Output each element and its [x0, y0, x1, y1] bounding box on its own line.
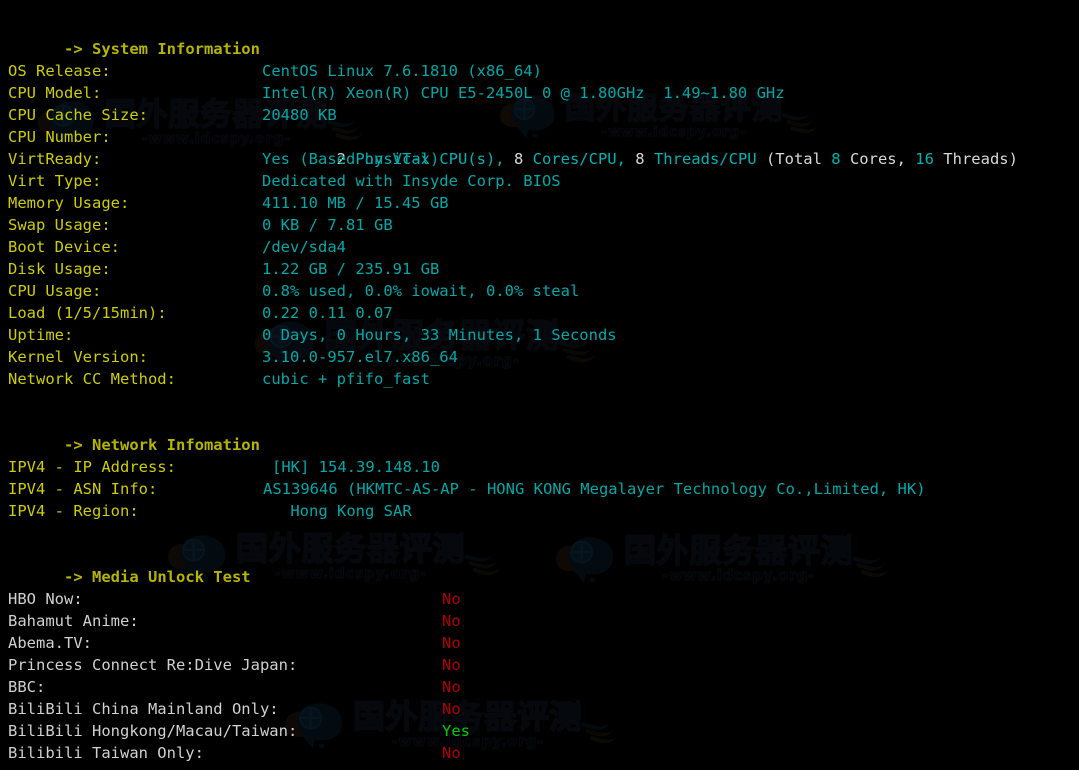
row-label: Disk Usage:: [8, 260, 111, 278]
info-row-cpu-usage: CPU Usage: 0.8% used, 0.0% iowait, 0.0% …: [8, 280, 579, 302]
row-value: Intel(R) Xeon(R) CPU E5-2450L 0 @ 1.80GH…: [262, 84, 785, 102]
row-label: Kernel Version:: [8, 348, 148, 366]
row-value: [HK] 154.39.148.10: [272, 458, 440, 476]
status-badge: No: [442, 678, 461, 696]
row-label: CPU Usage:: [8, 282, 102, 300]
row-value: 0 KB / 7.81 GB: [262, 216, 393, 234]
terminal-window: 国外服务器评测 -www.idcspy.org- 国外服务器评测 -www.id…: [0, 0, 1079, 770]
info-row-kernel-version: Kernel Version: 3.10.0-957.el7.x86_64: [8, 346, 458, 368]
info-row-memory-usage: Memory Usage: 411.10 MB / 15.45 GB: [8, 192, 449, 214]
cpu-seg: 8: [625, 150, 645, 168]
media-row-bbc: BBC: No: [8, 676, 461, 698]
info-row-network-cc-method: Network CC Method: cubic + pfifo_fast: [8, 368, 430, 390]
cpu-seg: 8: [504, 150, 524, 168]
info-row-load-average: Load (1/5/15min): 0.22 0.11 0.07: [8, 302, 393, 324]
row-label: Bilibili Taiwan Only:: [8, 744, 204, 762]
row-label: Network CC Method:: [8, 370, 176, 388]
info-row-virt-type: Virt Type: Dedicated with Insyde Corp. B…: [8, 170, 561, 192]
row-label: IPV4 - Region:: [8, 502, 139, 520]
row-value: 0.22 0.11 0.07: [262, 304, 393, 322]
row-value: 2 Physical CPU(s), 8 Cores/CPU, 8 Thread…: [262, 126, 1018, 168]
row-label: CPU Model:: [8, 84, 102, 102]
row-label: Bahamut Anime:: [8, 612, 139, 630]
media-row-princess-connect-redive-japan: Princess Connect Re:Dive Japan: No: [8, 654, 461, 676]
info-row-virtready: VirtReady: Yes (Based on VT-x): [8, 148, 439, 170]
status-badge: No: [442, 656, 461, 674]
status-badge: No: [442, 700, 461, 718]
cpu-seg: (Total: [756, 150, 822, 168]
row-label: HBO Now:: [8, 590, 83, 608]
media-row-bilibili-taiwan-only: Bilibili Taiwan Only: No: [8, 742, 461, 764]
row-value: /dev/sda4: [262, 238, 346, 256]
status-badge: No: [442, 744, 461, 762]
row-label: Virt Type:: [8, 172, 102, 190]
row-value: cubic + pfifo_fast: [262, 370, 430, 388]
status-badge: No: [442, 612, 461, 630]
row-label: CPU Cache Size:: [8, 106, 148, 124]
row-value: CentOS Linux 7.6.1810 (x86_64): [262, 62, 542, 80]
info-row-cpu-cache-size: CPU Cache Size: 20480 KB: [8, 104, 337, 126]
terminal-output: -> System Information OS Release: CentOS…: [0, 0, 1079, 770]
media-row-bilibili-china-mainland-only: BiliBili China Mainland Only: No: [8, 698, 461, 720]
section-heading-network: -> Network Infomation: [8, 412, 260, 454]
media-row-bahamut-anime: Bahamut Anime: No: [8, 610, 461, 632]
row-label: Load (1/5/15min):: [8, 304, 167, 322]
heading-text: -> Media Unlock Test: [64, 568, 251, 586]
status-badge: No: [442, 590, 461, 608]
info-row-ipv4-region: IPV4 - Region: Hong Kong SAR: [8, 500, 412, 522]
row-value: AS139646 (HKMTC-AS-AP - HONG KONG Megala…: [263, 480, 926, 498]
row-label: Boot Device:: [8, 238, 120, 256]
info-row-boot-device: Boot Device: /dev/sda4: [8, 236, 346, 258]
heading-text: -> System Information: [64, 40, 260, 58]
media-row-abema-tv: Abema.TV: No: [8, 632, 461, 654]
row-label: Princess Connect Re:Dive Japan:: [8, 656, 298, 674]
status-badge: No: [442, 634, 461, 652]
media-row-bilibili-hongkong-macau-taiwan: BiliBili Hongkong/Macau/Taiwan: Yes: [8, 720, 470, 742]
cpu-seg: Threads/CPU: [644, 150, 757, 168]
info-row-os-release: OS Release: CentOS Linux 7.6.1810 (x86_6…: [8, 60, 542, 82]
info-row-ipv4-asn-info: IPV4 - ASN Info: AS139646 (HKMTC-AS-AP -…: [8, 478, 926, 500]
info-row-swap-usage: Swap Usage: 0 KB / 7.81 GB: [8, 214, 393, 236]
row-value: Hong Kong SAR: [281, 502, 412, 520]
cpu-seg: Threads): [933, 150, 1018, 168]
row-label: IPV4 - ASN Info:: [8, 480, 158, 498]
info-row-ipv4-ip-address: IPV4 - IP Address: [HK] 154.39.148.10: [8, 456, 440, 478]
row-value: Dedicated with Insyde Corp. BIOS: [262, 172, 561, 190]
heading-text: -> Network Infomation: [64, 436, 260, 454]
row-label: CPU Number:: [8, 128, 111, 146]
info-row-cpu-model: CPU Model: Intel(R) Xeon(R) CPU E5-2450L…: [8, 82, 785, 104]
row-label: Memory Usage:: [8, 194, 130, 212]
status-badge: Yes: [442, 722, 470, 740]
row-label: BBC:: [8, 678, 46, 696]
cpu-seg: Cores,: [840, 150, 906, 168]
info-row-disk-usage: Disk Usage: 1.22 GB / 235.91 GB: [8, 258, 439, 280]
row-value: Yes (Based on VT-x): [262, 150, 440, 168]
section-heading-system: -> System Information: [8, 16, 260, 58]
row-value: 20480 KB: [262, 106, 337, 124]
row-label: Uptime:: [8, 326, 74, 344]
row-label: VirtReady:: [8, 150, 102, 168]
row-value: 0 Days, 0 Hours, 33 Minutes, 1 Seconds: [262, 326, 617, 344]
cpu-seg: Cores/CPU,: [523, 150, 626, 168]
media-row-hbo-now: HBO Now: No: [8, 588, 461, 610]
info-row-uptime: Uptime: 0 Days, 0 Hours, 33 Minutes, 1 S…: [8, 324, 617, 346]
row-value: 3.10.0-957.el7.x86_64: [262, 348, 458, 366]
row-label: Abema.TV:: [8, 634, 92, 652]
row-label: Swap Usage:: [8, 216, 111, 234]
row-value: 0.8% used, 0.0% iowait, 0.0% steal: [262, 282, 580, 300]
row-label: OS Release:: [8, 62, 111, 80]
section-heading-media-unlock: -> Media Unlock Test: [8, 544, 251, 586]
cpu-seg: 8: [821, 150, 841, 168]
cpu-seg: 16: [905, 150, 934, 168]
row-label: BiliBili China Mainland Only:: [8, 700, 279, 718]
info-row-cpu-number: CPU Number: 2 Physical CPU(s), 8 Cores/C…: [8, 126, 1018, 168]
row-value: 411.10 MB / 15.45 GB: [262, 194, 449, 212]
row-label: IPV4 - IP Address:: [8, 458, 176, 476]
row-label: BiliBili Hongkong/Macau/Taiwan:: [8, 722, 298, 740]
row-value: 1.22 GB / 235.91 GB: [262, 260, 440, 278]
